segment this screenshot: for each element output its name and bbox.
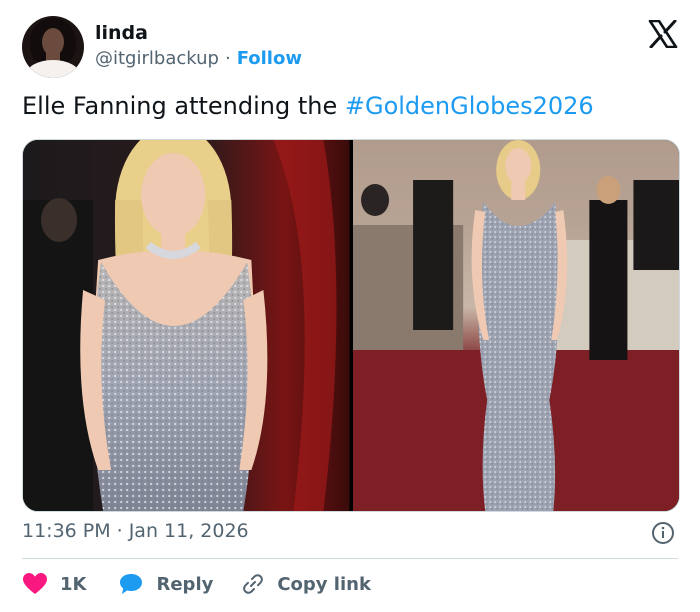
media-grid [22,139,680,512]
tweet-text-body: Elle Fanning attending the [22,92,345,120]
media-image-closeup[interactable] [23,140,350,511]
like-button[interactable]: 1K [22,572,118,596]
tweet-date: Jan 11, 2026 [128,520,249,542]
link-icon [243,574,264,594]
fullbody-photo-graphic [352,140,679,511]
user-handle[interactable]: @itgirlbackup [95,48,219,69]
reply-button[interactable]: Reply [118,572,241,596]
copy-link-button[interactable]: Copy link [241,572,371,596]
tweet-timestamp[interactable]: 11:36 PM · Jan 11, 2026 [22,520,249,542]
speech-bubble-icon [120,574,143,594]
reply-label: Reply [156,573,214,595]
media-image-fullbody[interactable] [352,140,679,511]
tweet-card: linda @itgirlbackup · Follow Elle Fanning … [0,0,700,612]
copy-link-label: Copy link [277,573,371,595]
handle-separator: · [224,48,231,69]
avatar-face [42,28,64,56]
handle-row: @itgirlbackup · Follow [95,48,302,69]
follow-button[interactable]: Follow [237,48,302,69]
closeup-photo-graphic [23,140,350,511]
action-bar: 1K Reply Copy link [22,570,371,598]
display-name[interactable]: linda [95,22,148,44]
heart-icon [23,573,47,594]
divider [22,558,678,559]
like-count: 1K [60,573,87,595]
hashtag-link[interactable]: #GoldenGlobes2026 [345,92,594,120]
x-logo-icon[interactable] [648,20,678,48]
avatar-shirt [26,60,80,78]
tweet-text: Elle Fanning attending the #GoldenGlobes… [22,92,594,120]
meta-separator: · [116,520,123,542]
tweet-time: 11:36 PM [22,520,111,542]
avatar[interactable] [22,16,84,78]
info-icon[interactable] [651,521,675,545]
